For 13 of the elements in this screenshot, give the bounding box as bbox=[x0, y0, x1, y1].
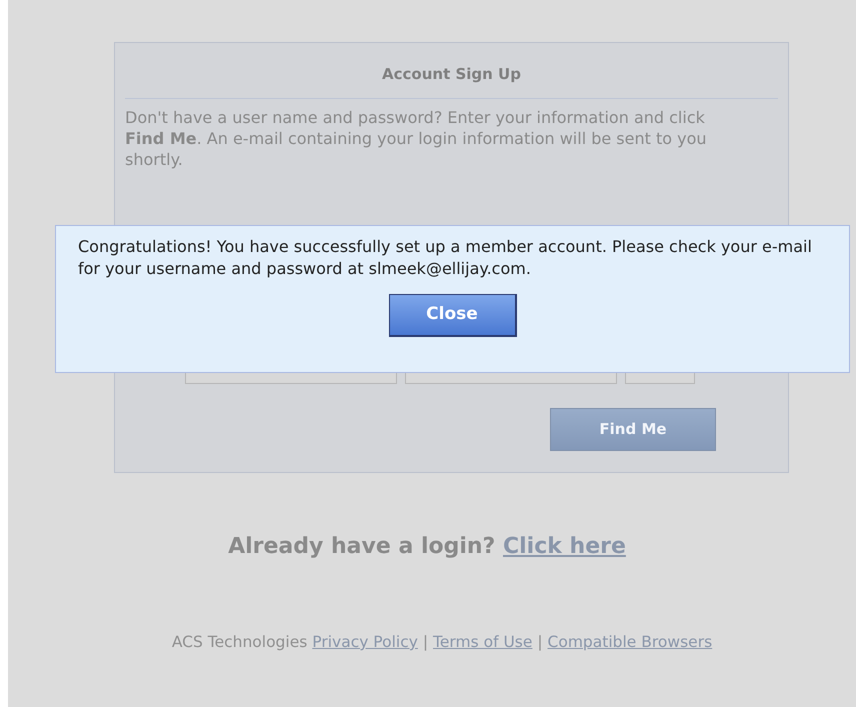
company-name: ACS Technologies bbox=[172, 633, 308, 651]
footer-link[interactable]: Compatible Browsers bbox=[548, 633, 712, 651]
form-title: Account Sign Up bbox=[125, 43, 778, 98]
separator: | bbox=[537, 633, 543, 651]
description-text: Don't have a user name and password? Enter your information and click Find Me. An e-mail containing your login information will be sent to you shortly. bbox=[125, 106, 708, 170]
footer-link[interactable]: Privacy Policy bbox=[312, 633, 418, 651]
close-button[interactable]: Close bbox=[388, 294, 516, 337]
click-here-link[interactable]: Click here bbox=[502, 534, 626, 559]
find-me-button[interactable]: Find Me bbox=[550, 408, 716, 450]
separator: | bbox=[422, 633, 428, 651]
dialog-message: Congratulations! You have successfully set up a member account. Please check your e-mail for your username and password at slmeek@ellijay.com. bbox=[78, 236, 813, 280]
login-prompt-text: Already have a login? bbox=[228, 534, 496, 559]
footer-link[interactable]: Terms of Use bbox=[433, 633, 532, 651]
